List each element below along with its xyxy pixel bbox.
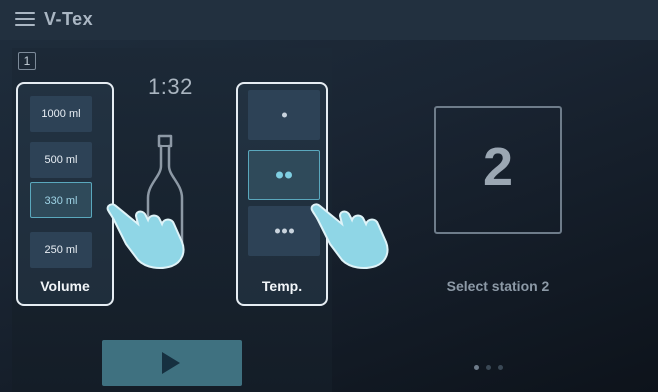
hamburger-menu-icon[interactable] xyxy=(15,12,35,28)
volume-selector: 1000 ml 500 ml 330 ml 250 ml Volume xyxy=(16,82,114,306)
select-station-caption: Select station 2 xyxy=(446,278,550,294)
temperature-selector: Temp. xyxy=(236,82,328,306)
temperature-level-2-icon xyxy=(249,171,319,179)
volume-option-250[interactable]: 250 ml xyxy=(30,232,92,268)
volume-option-label: 500 ml xyxy=(44,154,78,166)
select-station-2-button[interactable]: 2 xyxy=(434,106,562,234)
pointing-hand-icon xyxy=(310,203,389,269)
temperature-level-1-icon xyxy=(248,112,320,118)
top-bar: V-Tex xyxy=(0,0,658,40)
volume-option-label: 250 ml xyxy=(44,244,78,256)
volume-option-500[interactable]: 500 ml xyxy=(30,142,92,178)
volume-option-1000[interactable]: 1000 ml xyxy=(30,96,92,132)
page-indicator xyxy=(474,365,510,371)
page-dot[interactable] xyxy=(498,365,503,370)
timer: 1:32 xyxy=(148,74,193,99)
station-number-badge: 1 xyxy=(18,52,36,70)
temperature-label: Temp. xyxy=(261,278,303,294)
page-dot[interactable] xyxy=(474,365,479,370)
station-2-number: 2 xyxy=(482,137,514,197)
volume-option-label: 330 ml xyxy=(44,195,78,207)
play-icon xyxy=(162,352,180,374)
volume-option-label: 1000 ml xyxy=(41,108,81,120)
volume-option-330[interactable]: 330 ml xyxy=(30,182,92,218)
temperature-option-1[interactable] xyxy=(248,90,320,140)
play-button[interactable] xyxy=(102,340,242,386)
volume-label: Volume xyxy=(40,278,90,294)
app-title: V-Tex xyxy=(44,9,94,29)
page-dot[interactable] xyxy=(486,365,491,370)
pointing-hand-icon xyxy=(106,203,185,269)
temperature-option-2[interactable] xyxy=(248,150,320,200)
